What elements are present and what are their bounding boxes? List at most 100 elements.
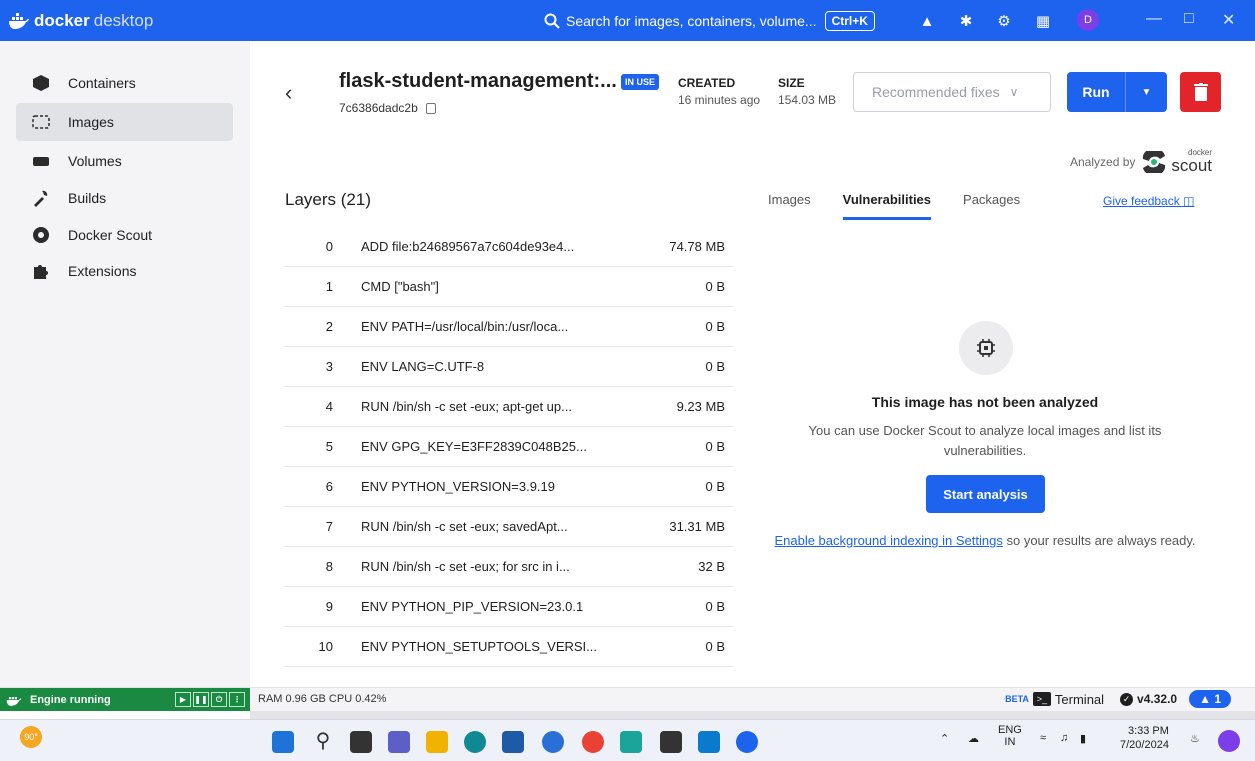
weather-widget[interactable]: 90° [20,726,42,748]
maximize-icon[interactable]: □ [1184,10,1194,28]
chrome-icon[interactable] [582,731,604,753]
sidebar-item-docker-scout[interactable]: Docker Scout [16,216,233,254]
in-use-badge: IN USE [621,74,660,90]
layer-idx: 6 [325,479,333,494]
close-icon[interactable]: ✕ [1222,10,1235,30]
wifi-icon[interactable]: ≈ [1040,732,1046,744]
terminal-app-icon[interactable] [660,731,682,753]
sidebar-item-label: Containers [68,75,136,91]
give-feedback-link[interactable]: Give feedback ◫ [1103,194,1194,208]
run-dropdown-icon[interactable]: ▼ [1126,87,1167,98]
layer-row[interactable]: 6 ENV PYTHON_VERSION=3.9.19 0 B [285,467,733,507]
layer-cmd: ENV LANG=C.UTF-8 [361,359,485,374]
power-icon[interactable]: ⏻ [211,692,227,707]
empty-state-title: This image has not been analyzed [871,394,1099,410]
layer-size: 0 B [705,599,725,614]
recommended-fixes-dropdown[interactable]: Recommended fixes ∨ [853,72,1051,112]
layer-idx: 2 [325,319,333,334]
vscode-icon[interactable] [698,731,720,753]
search-taskbar-icon[interactable]: ⚲ [312,731,334,753]
language-bottom: IN [1004,736,1016,748]
layer-row[interactable]: 5 ENV GPG_KEY=E3FF2839C048B25... 0 B [285,427,733,467]
layer-row[interactable]: 0 ADD file:b24689567a7c604de93e4... 74.78 … [285,227,733,267]
sidebar-item-containers[interactable]: Containers [16,64,233,102]
containers-icon [30,72,52,94]
layers-title: Layers (21) [285,190,371,209]
onedrive-icon[interactable]: ☁ [968,732,979,745]
size-value: 154.03 MB [778,93,837,107]
layer-row[interactable]: 9 ENV PYTHON_PIP_VERSION=23.0.1 0 B [285,587,733,627]
chevron-up-icon[interactable]: ⌃ [940,732,949,745]
tab-images[interactable]: Images [768,192,811,220]
scout-logo-icon [1143,150,1166,173]
layer-row[interactable]: 8 RUN /bin/sh -c set -eux; for src in i..… [285,547,733,587]
delete-button[interactable] [1180,72,1221,112]
minimize-icon[interactable]: — [1146,10,1162,28]
engine-status-label: Engine running [30,693,111,706]
store-icon[interactable] [502,731,524,753]
layer-row[interactable]: 2 ENV PATH=/usr/local/bin:/usr/loca... 0 B [285,307,733,347]
extensions-grid-icon[interactable]: ▦ [1033,11,1053,31]
edge-icon[interactable] [464,731,486,753]
resource-usage: RAM 0.96 GB CPU 0.42% [258,693,387,705]
sidebar-item-extensions[interactable]: Extensions [16,252,233,290]
docker-taskbar-icon[interactable] [736,731,758,753]
sidebar-item-images[interactable]: Images [16,103,233,141]
dell-icon[interactable] [542,731,564,753]
volumes-icon [30,150,52,172]
layer-idx: 10 [318,639,333,654]
layer-row[interactable]: 7 RUN /bin/sh -c set -eux; savedApt... 31.… [285,507,733,547]
layer-row[interactable]: 4 RUN /bin/sh -c set -eux; apt-get up... 9… [285,387,733,427]
layer-row[interactable]: 1 CMD ["bash"] 0 B [285,267,733,307]
tab-packages[interactable]: Packages [963,192,1020,220]
sidebar-item-label: Docker Scout [68,227,153,243]
layer-idx: 5 [325,439,333,454]
layer-size: 31.31 MB [669,519,725,534]
copilot-icon[interactable] [1218,730,1240,752]
start-icon[interactable] [272,731,294,753]
windows-taskbar: 90° ⚲ ⌃ ☁ ENG IN ≈ ♫ ▮ 3:33 PM 7/20/2024… [0,719,1255,761]
recommended-fixes-label: Recommended fixes [872,84,1000,100]
troubleshoot-icon[interactable]: ✱ [956,11,976,31]
copy-icon[interactable] [425,102,436,114]
check-circle-icon: ✓ [1120,692,1134,706]
tab-vulnerabilities[interactable]: Vulnerabilities [842,192,932,220]
pause-icon[interactable]: ❚❚ [193,692,209,707]
language-indicator[interactable]: ENG IN [998,724,1022,748]
volume-icon[interactable]: ♫ [1060,732,1068,744]
user-avatar[interactable]: D [1077,9,1099,31]
enable-background-indexing-link[interactable]: Enable background indexing in Settings [774,533,1002,548]
layer-row[interactable]: 3 ENV LANG=C.UTF-8 0 B [285,347,733,387]
kubernetes-icon[interactable] [620,731,642,753]
sidebar-item-label: Images [68,114,114,130]
back-button[interactable]: ‹ [285,80,292,106]
battery-icon[interactable]: ▮ [1080,732,1086,745]
notifications-button[interactable]: ▲ 1 [1189,690,1231,708]
global-search[interactable]: Search for images, containers, volume...… [530,7,900,34]
teams-icon[interactable] [388,731,410,753]
run-button[interactable]: Run ▼ [1067,72,1167,112]
start-analysis-button[interactable]: Start analysis [926,475,1045,513]
horizontal-scrollbar[interactable] [250,711,1255,719]
engine-status[interactable]: Engine running ▶ ❚❚ ⏻ ⋮ [0,688,250,711]
file-explorer-icon[interactable] [426,731,448,753]
layer-row[interactable]: 10 ENV PYTHON_SETUPTOOLS_VERSI... 0 B [285,627,733,667]
taskbar-clock[interactable]: 3:33 PM 7/20/2024 [1120,724,1169,752]
settings-icon[interactable]: ⚙ [994,11,1014,31]
layer-cmd: ENV PYTHON_VERSION=3.9.19 [361,479,555,494]
more-icon[interactable]: ⋮ [229,692,245,707]
search-placeholder: Search for images, containers, volume... [566,12,817,29]
layer-idx: 3 [325,359,333,374]
version-indicator[interactable]: ✓ v4.32.0 [1120,692,1177,706]
task-view-icon[interactable] [350,731,372,753]
docker-scout-logo: docker scout [1141,149,1212,174]
terminal-button[interactable]: Terminal [1055,692,1104,707]
layer-idx: 0 [325,239,333,254]
learning-center-icon[interactable]: ▲ [917,11,937,31]
layer-size: 0 B [705,639,725,654]
layer-size: 0 B [705,359,725,374]
bell-icon[interactable]: ♨ [1190,732,1200,745]
sidebar-item-builds[interactable]: Builds [16,179,233,217]
play-icon[interactable]: ▶ [175,692,191,707]
sidebar-item-volumes[interactable]: Volumes [16,142,233,180]
